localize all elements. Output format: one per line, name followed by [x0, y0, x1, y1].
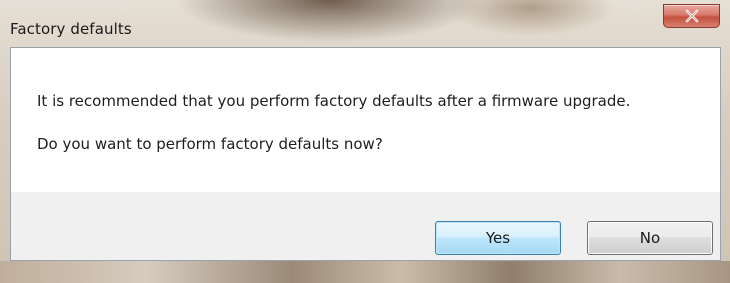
- close-button[interactable]: [663, 4, 720, 28]
- yes-button[interactable]: Yes: [435, 221, 561, 255]
- close-icon: [685, 9, 699, 23]
- window-bottom-frame: [0, 261, 730, 283]
- dialog-window: Factory defaults It is recommended that …: [0, 0, 730, 283]
- message-area: It is recommended that you perform facto…: [11, 48, 720, 192]
- no-button[interactable]: No: [587, 221, 713, 255]
- dialog-body: It is recommended that you perform facto…: [10, 47, 721, 261]
- message-line-question: Do you want to perform factory defaults …: [37, 135, 383, 153]
- message-line-recommendation: It is recommended that you perform facto…: [37, 92, 631, 110]
- dialog-title: Factory defaults: [10, 20, 132, 38]
